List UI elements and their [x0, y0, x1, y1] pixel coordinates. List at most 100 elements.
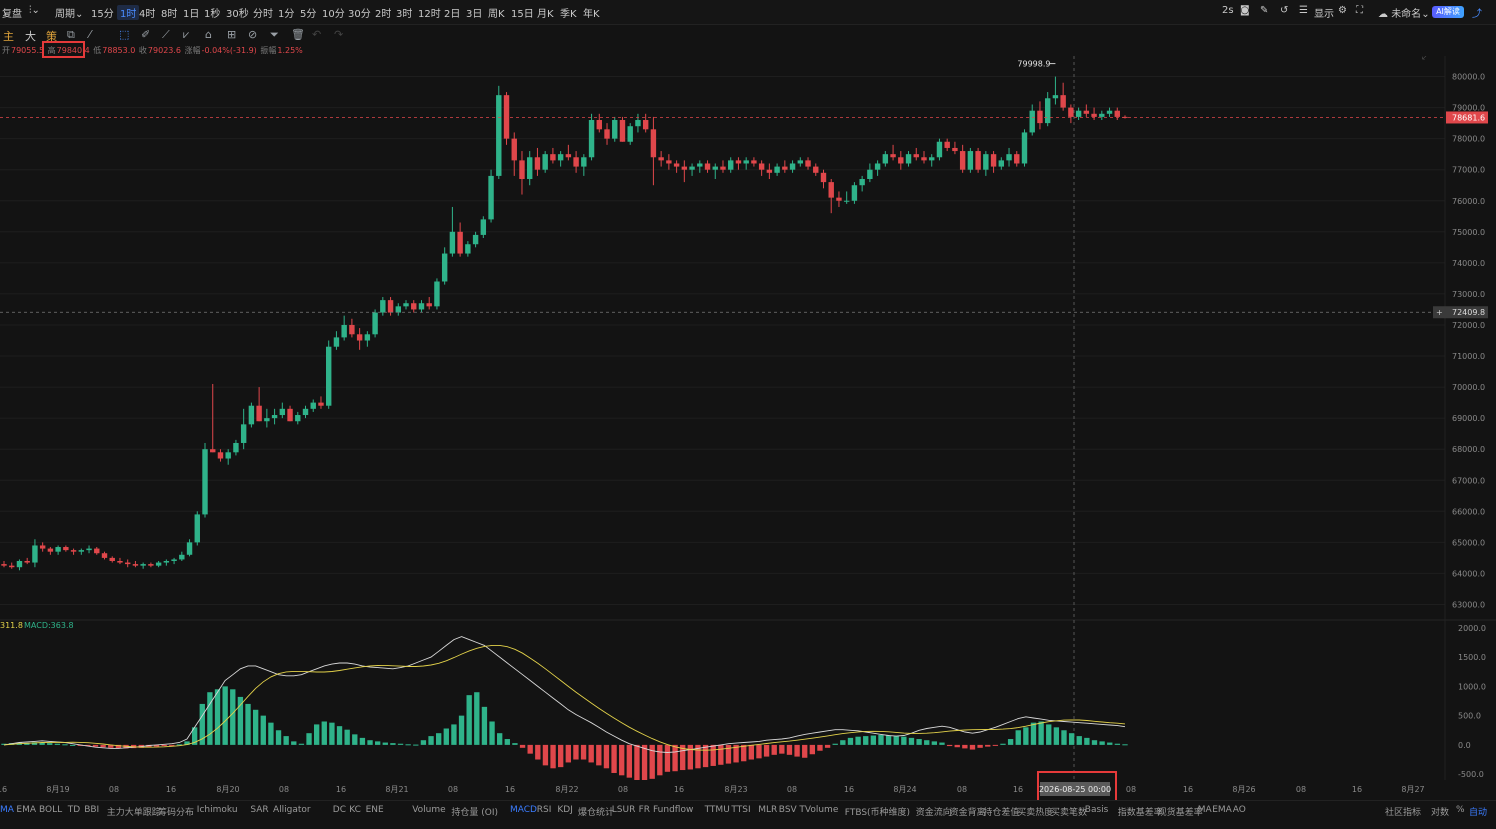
kline-chart[interactable]: 80000.0 79000.0 78000.0 77000.0 76000.0 75000… [0, 56, 1496, 800]
interval-12[interactable]: 2时 [375, 5, 391, 20]
indicator-sub-8[interactable]: Fundflow [653, 805, 693, 815]
candle-body [596, 120, 602, 130]
percent-toggle[interactable]: % [1456, 805, 1465, 815]
interval-1[interactable]: 1时 [117, 5, 140, 20]
indicator-sub-3[interactable]: RSI [537, 805, 552, 815]
line-icon[interactable]: ⟋ [162, 28, 170, 42]
indicator-sub-15[interactable]: 资金流向 [916, 805, 952, 818]
refresh-interval[interactable]: 2s [1222, 5, 1234, 16]
lock-icon[interactable]: ⌂ [205, 28, 212, 41]
indicator-main-6[interactable]: 筹码分布 [158, 805, 194, 818]
interval-0[interactable]: 15分 [91, 5, 114, 20]
indicator-main-10[interactable]: DC [333, 805, 346, 815]
indicator-sub-21[interactable]: 指数基差率 [1118, 805, 1163, 818]
interval-15[interactable]: 2日 [444, 5, 460, 20]
community-indicators[interactable]: 社区指标 [1385, 805, 1421, 818]
indicator-main-8[interactable]: SAR [250, 805, 268, 815]
brush-icon[interactable]: ⁄ [89, 28, 91, 41]
indicator-main-3[interactable]: TD [68, 805, 80, 815]
indicator-sub-24[interactable]: EMA [1212, 805, 1232, 815]
indicator-sub-7[interactable]: FR [639, 805, 650, 815]
main-indicator-toggle[interactable]: 主 [3, 28, 14, 44]
interval-13[interactable]: 3时 [396, 5, 412, 20]
select-icon[interactable]: ⬚ [119, 28, 129, 41]
indicator-sub-22[interactable]: 现货基差率 [1158, 805, 1203, 818]
interval-18[interactable]: 15日 [511, 5, 534, 20]
interval-14[interactable]: 12时 [418, 5, 441, 20]
filter-icon[interactable]: ⏷ [270, 28, 279, 42]
interval-11[interactable]: 30分 [348, 5, 371, 20]
indicator-main-2[interactable]: BOLL [39, 805, 62, 815]
candle-body [333, 337, 340, 347]
interval-17[interactable]: 周K [488, 5, 505, 20]
undo-icon[interactable]: ↺ [1280, 5, 1288, 16]
indicator-main-11[interactable]: KC [349, 805, 361, 815]
period-menu[interactable]: 周期⌄ [55, 5, 83, 20]
replay-button[interactable]: 复盘 [2, 5, 22, 20]
list-icon[interactable]: ☰ [1299, 5, 1308, 16]
candle-body [658, 157, 664, 161]
indicator-sub-19[interactable]: 买卖笔数 [1051, 805, 1087, 818]
interval-3[interactable]: 8时 [161, 5, 177, 20]
share-icon[interactable]: ⤴ [1472, 5, 1482, 20]
indicator-sub-0[interactable]: Volume [412, 805, 445, 815]
interval-9[interactable]: 5分 [300, 5, 316, 20]
pen-icon[interactable]: ✎ [1260, 5, 1268, 16]
interval-2[interactable]: 4时 [139, 5, 155, 20]
indicator-sub-11[interactable]: MLR [758, 805, 777, 815]
ai-analysis-button[interactable]: AI解读 [1432, 6, 1464, 18]
indicator-sub-20[interactable]: Basis [1085, 805, 1109, 815]
indicator-sub-4[interactable]: KDJ [557, 805, 573, 815]
ruler-icon[interactable]: ✐ [141, 28, 150, 41]
indicator-sub-17[interactable]: 持仓差值 [983, 805, 1019, 818]
indicator-main-9[interactable]: Alligator [273, 805, 311, 815]
layout-name[interactable]: ☁ 未命名⌄ [1378, 5, 1430, 20]
indicator-main-5[interactable]: 主力大单跟踪 [107, 805, 161, 818]
interval-7[interactable]: 分时 [253, 5, 273, 20]
indicator-sub-16[interactable]: 资金背离 [950, 805, 986, 818]
interval-16[interactable]: 3日 [466, 5, 482, 20]
indicator-main-12[interactable]: ENE [366, 805, 384, 815]
indicator-sub-6[interactable]: LSUR [612, 805, 636, 815]
log-scale-toggle[interactable]: 对数 [1431, 805, 1449, 818]
text-icon[interactable]: ⊞ [227, 28, 236, 41]
auto-scale-toggle[interactable]: 自动 [1469, 805, 1487, 818]
trash-icon[interactable]: 🗑 [291, 28, 305, 41]
indicator-sub-1[interactable]: 持仓量 (OI) [451, 805, 498, 818]
macd-bar [214, 689, 221, 745]
interval-19[interactable]: 月K [537, 5, 554, 20]
interval-6[interactable]: 30秒 [226, 5, 249, 20]
fullscreen-icon[interactable]: ⛶ [1356, 5, 1363, 16]
indicator-main-1[interactable]: EMA [16, 805, 36, 815]
redo-draw-icon[interactable]: ↷ [334, 28, 343, 41]
pattern-icon[interactable]: ⩗ [183, 28, 189, 42]
indicator-main-7[interactable]: Ichimoku [197, 805, 238, 815]
interval-20[interactable]: 季K [560, 5, 577, 20]
macd-bar [779, 744, 785, 754]
indicator-sub-14[interactable]: FTBS(币种维度) [845, 805, 910, 818]
edit-icon[interactable]: ⧉ [67, 28, 75, 42]
indicator-sub-23[interactable]: MA [1198, 805, 1212, 815]
interval-8[interactable]: 1分 [278, 5, 294, 20]
interval-4[interactable]: 1日 [183, 5, 199, 20]
indicator-sub-10[interactable]: TTSI [731, 805, 750, 815]
indicator-sub-9[interactable]: TTMU [705, 805, 730, 815]
indicator-sub-5[interactable]: 爆仓统计 [578, 805, 614, 818]
interval-21[interactable]: 年K [583, 5, 600, 20]
measure-icon[interactable]: ⊘ [248, 28, 257, 41]
chart-type-icon[interactable]: ⫶⌄ [29, 5, 40, 16]
undo-draw-icon[interactable]: ↶ [312, 28, 321, 41]
camera-icon[interactable]: ◙ [1240, 5, 1250, 16]
display-button[interactable]: 显示 [1314, 5, 1334, 20]
indicator-sub-2[interactable]: MACD [510, 805, 537, 815]
gear-icon[interactable]: ⚙ [1338, 5, 1347, 16]
indicator-sub-25[interactable]: AO [1233, 805, 1246, 815]
indicator-sub-18[interactable]: 买卖热度 [1017, 805, 1053, 818]
interval-5[interactable]: 1秒 [204, 5, 220, 20]
indicator-sub-12[interactable]: BSV [779, 805, 797, 815]
big-order-toggle[interactable]: 大 [25, 28, 36, 44]
indicator-main-0[interactable]: MA [0, 805, 14, 815]
indicator-sub-13[interactable]: TVolume [799, 805, 838, 815]
interval-10[interactable]: 10分 [322, 5, 345, 20]
indicator-main-4[interactable]: BBI [84, 805, 99, 815]
